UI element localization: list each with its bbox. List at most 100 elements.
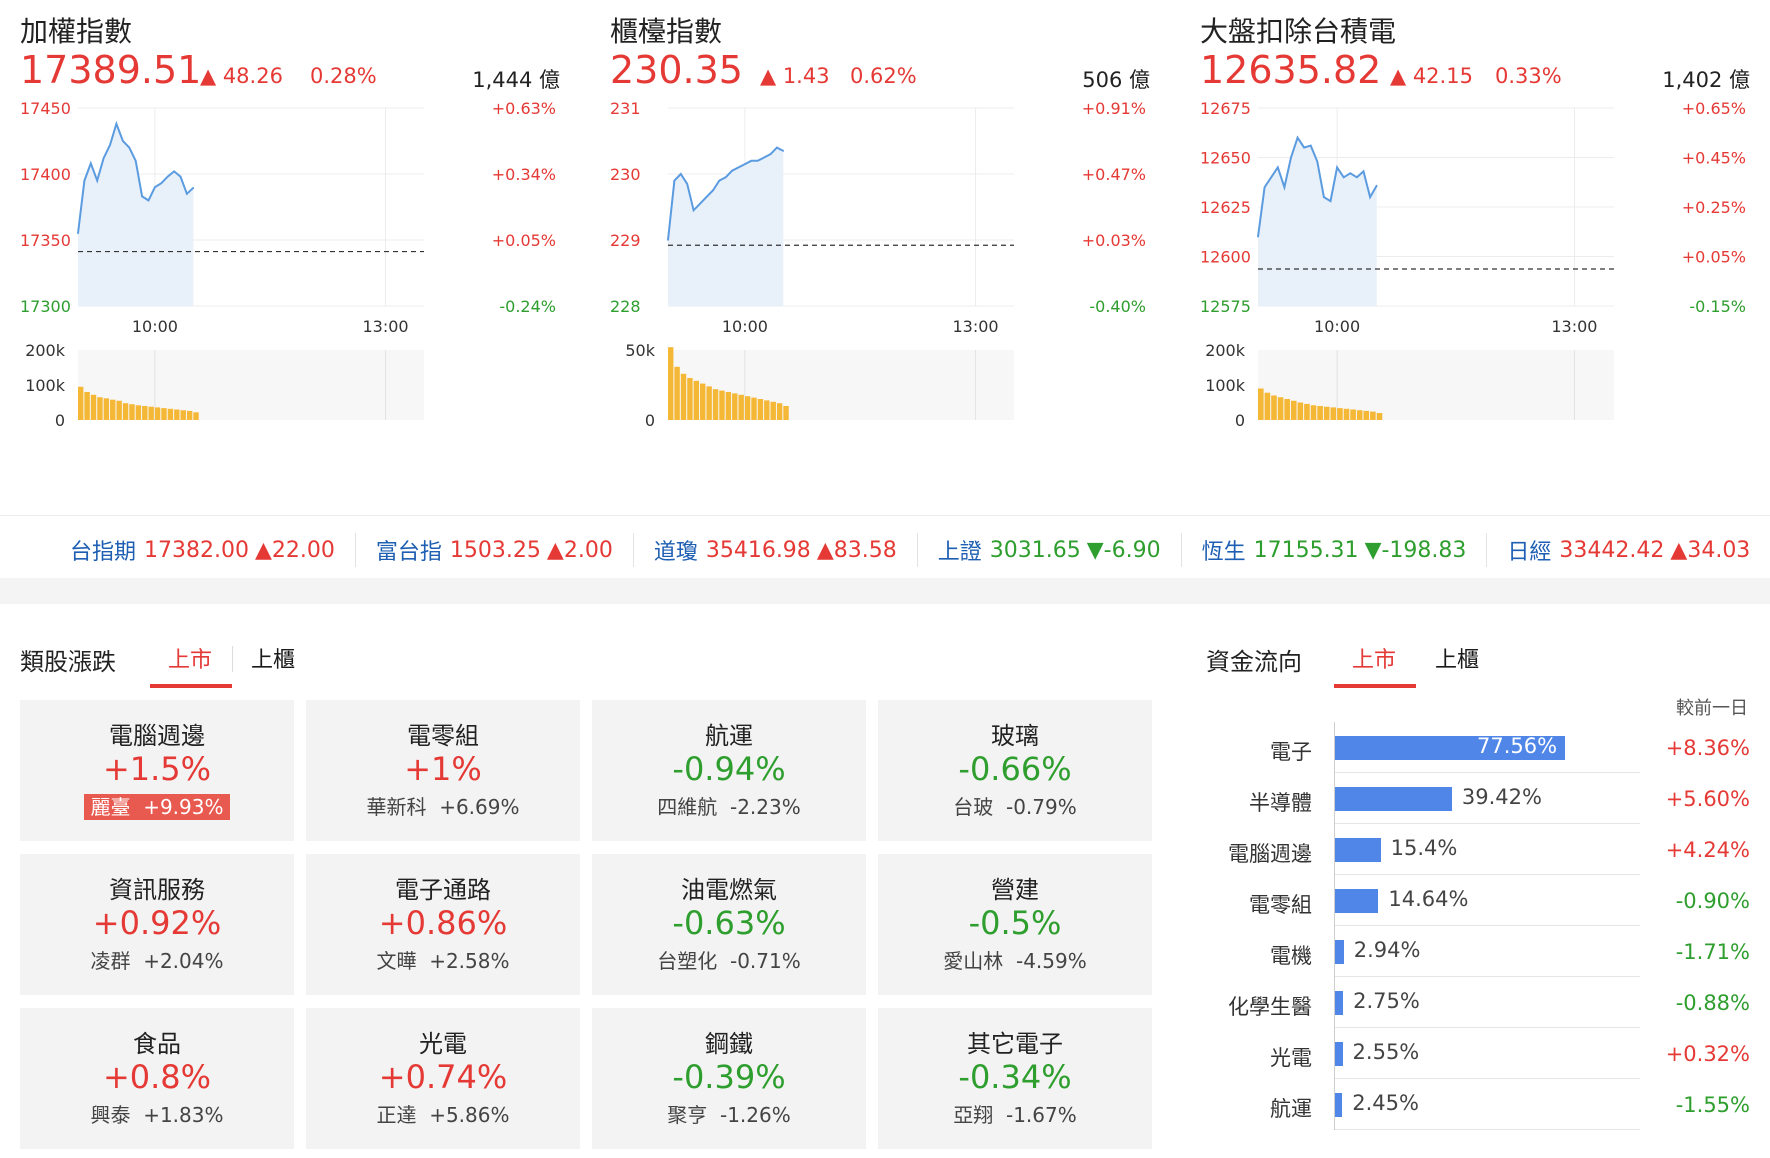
tab-sector-listed[interactable]: 上市: [168, 642, 212, 674]
sector-change: +0.86%: [378, 904, 508, 942]
sector-card[interactable]: 電子通路 +0.86% 文曄 +2.58%: [306, 854, 580, 995]
sector-card[interactable]: 其它電子 -0.34% 亞翔 -1.67%: [878, 1008, 1152, 1149]
sector-name: 營建: [991, 876, 1039, 904]
flow-change: +4.24%: [1665, 838, 1750, 862]
sector-card[interactable]: 資訊服務 +0.92% 凌群 +2.04%: [20, 854, 294, 995]
sector-top-stock[interactable]: 聚亨 -1.26%: [592, 1099, 866, 1128]
sector-top-stock[interactable]: 文曄 +2.58%: [306, 945, 580, 974]
sector-card[interactable]: 玻璃 -0.66% 台玻 -0.79%: [878, 700, 1152, 841]
y-tick-label: 17300: [20, 297, 71, 316]
sector-card[interactable]: 鋼鐵 -0.39% 聚亨 -1.26%: [592, 1008, 866, 1149]
fund-flow-row[interactable]: 化學生醫 2.75% -0.88%: [1200, 977, 1750, 1028]
ticker-name: 上證: [937, 540, 982, 565]
pct-tick-label: +0.05%: [492, 231, 556, 250]
volume-bar: [783, 406, 789, 420]
ticker-item[interactable]: 上證 3031.65 ▼-6.90: [938, 533, 1182, 567]
volume-bar: [1310, 405, 1317, 420]
ticker-item[interactable]: 恆生 17155.31 ▼-198.83: [1202, 533, 1488, 567]
tab-sector-otc[interactable]: 上櫃: [251, 642, 295, 674]
time-tick-label: 10:00: [722, 317, 768, 336]
price-point: [731, 169, 733, 172]
flow-bar: [1335, 991, 1344, 1015]
sector-change: +0.92%: [92, 904, 222, 942]
volume-bar: [90, 394, 97, 420]
sector-card[interactable]: 食品 +0.8% 興泰 +1.83%: [20, 1008, 294, 1149]
sector-card[interactable]: 光電 +0.74% 正達 +5.86%: [306, 1008, 580, 1149]
volume-bar: [154, 407, 161, 420]
flow-sector-name: 航運: [1270, 1097, 1312, 1121]
sector-card[interactable]: 電腦週邊 +1.5% 麗臺 +9.93%: [20, 700, 294, 841]
active-tab-indicator: [150, 684, 232, 688]
ticker-item[interactable]: 富台指 1503.25 ▲2.00: [376, 533, 634, 567]
pct-tick-label: -0.24%: [499, 297, 556, 316]
fund-flow-row[interactable]: 電零組 14.64% -0.90%: [1200, 875, 1750, 926]
ticker-price: 17155.31: [1253, 537, 1359, 563]
flow-pct: 14.64%: [1388, 887, 1469, 911]
y-tick-label: 17400: [20, 165, 71, 184]
fund-flow-row[interactable]: 半導體 39.42% +5.60%: [1200, 773, 1750, 824]
fund-flow-row[interactable]: 光電 2.55% +0.32%: [1200, 1028, 1750, 1079]
price-point: [1362, 170, 1365, 173]
volume-tick-label: 200k: [25, 341, 66, 360]
volume-bar: [687, 378, 693, 420]
active-tab-indicator: [1334, 684, 1416, 688]
sector-top-stock[interactable]: 愛山林 -4.59%: [878, 945, 1152, 974]
y-tick-label: 12675: [1200, 99, 1251, 118]
sector-change: +0.74%: [378, 1058, 508, 1096]
volume-bar: [757, 399, 764, 420]
pct-tick-label: +0.65%: [1682, 99, 1746, 118]
volume-bar: [1258, 388, 1264, 420]
y-tick-label: 231: [610, 99, 641, 118]
sector-top-stock[interactable]: 台玻 -0.79%: [878, 791, 1152, 820]
sector-top-stock[interactable]: 凌群 +2.04%: [20, 945, 294, 974]
ticker-item[interactable]: 台指期 17382.00 ▲22.00: [70, 533, 356, 567]
sector-card[interactable]: 油電燃氣 -0.63% 台塑化 -0.71%: [592, 854, 866, 995]
volume-bar: [1317, 406, 1323, 420]
price-area: [78, 123, 194, 306]
volume-bar: [122, 403, 129, 420]
ticker-item[interactable]: 道瓊 35416.98 ▲83.58: [654, 533, 918, 567]
price-point: [763, 156, 765, 159]
price-point: [673, 179, 676, 182]
price-point: [141, 195, 143, 198]
index-panel-otc[interactable]: 櫃檯指數 230.35 ▲ 1.43 0.62% 506 億 231 +0.91%…: [610, 0, 1150, 515]
index-panel-taiex[interactable]: 加權指數 17389.51 ▲ 48.26 0.28% 1,444 億 1745…: [20, 0, 560, 515]
sector-top-stock[interactable]: 興泰 +1.83%: [20, 1099, 294, 1128]
sector-top-stock[interactable]: 四維航 -2.23%: [592, 791, 866, 820]
intraday-chart[interactable]: 12675 +0.65% 12650 +0.45% 12625 +0.25% 12600 +0…: [1200, 99, 1750, 480]
time-tick-label: 13:00: [953, 317, 999, 336]
sector-top-stock[interactable]: 台塑化 -0.71%: [592, 945, 866, 974]
sector-card[interactable]: 營建 -0.5% 愛山林 -4.59%: [878, 854, 1152, 995]
sector-name: 玻璃: [991, 722, 1039, 750]
volume-bar: [706, 386, 712, 420]
volume-bar: [668, 347, 674, 420]
volume-bar: [764, 400, 770, 420]
price-point: [1309, 144, 1312, 147]
sector-card[interactable]: 電零組 +1% 華新科 +6.69%: [306, 700, 580, 841]
sector-card[interactable]: 航運 -0.94% 四維航 -2.23%: [592, 700, 866, 841]
tab-flow-listed[interactable]: 上市: [1352, 642, 1396, 674]
volume-bar: [1376, 413, 1383, 420]
ticker-item[interactable]: 日經 33442.42 ▲34.03: [1507, 533, 1770, 567]
sector-top-stock[interactable]: 華新科 +6.69%: [306, 791, 580, 820]
sector-top-stock[interactable]: 亞翔 -1.67%: [878, 1099, 1152, 1128]
sector-top-stock[interactable]: 正達 +5.86%: [306, 1099, 580, 1128]
price-point: [776, 146, 778, 149]
fund-flow-row[interactable]: 電機 2.94% -1.71%: [1200, 926, 1750, 977]
ticker-change: ▲22.00: [255, 537, 335, 563]
intraday-chart[interactable]: 17450 +0.63% 17400 +0.34% 17350 +0.05% 17300 -0…: [20, 99, 560, 480]
price-point: [122, 140, 124, 142]
sector-top-stock[interactable]: 麗臺 +9.93%: [20, 791, 294, 820]
flow-pct: 15.4%: [1390, 836, 1458, 860]
index-panel-ex-tsmc[interactable]: 大盤扣除台積電 12635.82 ▲ 42.15 0.33% 1,402 億 1…: [1200, 0, 1750, 515]
top-stock-label: 華新科 +6.69%: [366, 795, 520, 819]
price-point: [128, 146, 131, 149]
index-name: 大盤扣除台積電: [1200, 15, 1397, 48]
intraday-chart[interactable]: 231 +0.91% 230 +0.47% 229 +0.03% 228 -0.40% 10:0…: [610, 99, 1150, 480]
fund-flow-row[interactable]: 電子 77.56% +8.36%: [1200, 722, 1750, 773]
price-point: [718, 179, 721, 182]
fund-flow-row[interactable]: 電腦週邊 15.4% +4.24%: [1200, 824, 1750, 875]
tab-flow-otc[interactable]: 上櫃: [1435, 642, 1479, 674]
sector-name: 資訊服務: [109, 876, 205, 904]
fund-flow-row[interactable]: 航運 2.45% -1.55%: [1200, 1079, 1750, 1130]
